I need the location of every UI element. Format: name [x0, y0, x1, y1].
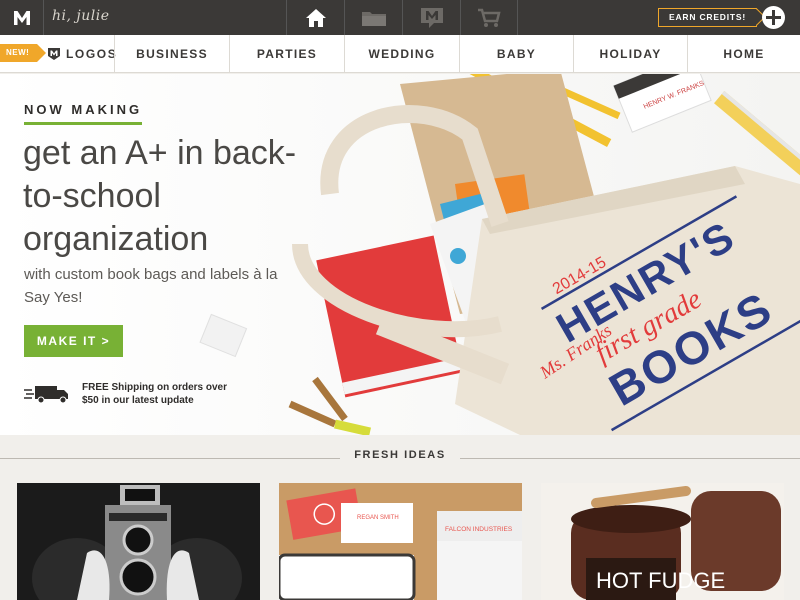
nav-item-business[interactable]: BUSINESS [114, 35, 229, 73]
idea-card-stationery[interactable]: REGAN SMITH FALCON INDUSTRIES [279, 483, 522, 600]
top-bar: hi, julie EARN CREDITS! [0, 0, 800, 35]
earn-credits-button[interactable]: EARN CREDITS! [658, 8, 757, 27]
hero-subtext: with custom book bags and labels à la Sa… [24, 266, 278, 306]
idea-card-hot-fudge[interactable]: HOT FUDGE [541, 483, 784, 600]
fresh-ideas-divider: FRESH IDEAS [0, 446, 800, 470]
hot-fudge-title: HOT FUDGE [596, 568, 725, 593]
nav-items: BUSINESS PARTIES WEDDING BABY HOLIDAY HO… [114, 35, 800, 73]
user-greeting: hi, julie [52, 8, 110, 24]
idea-card-camera[interactable] [17, 483, 260, 600]
folder-icon [361, 11, 386, 26]
fresh-ideas-title: FRESH IDEAS [340, 449, 460, 461]
hot-fudge-photo: HOT FUDGE [541, 483, 784, 600]
hero-eyebrow: NOW MAKING [24, 102, 143, 125]
free-shipping-text: FREE Shipping on orders over $50 in our … [82, 382, 228, 406]
add-icon[interactable] [762, 6, 785, 29]
nav-logos-label: LOGOS [66, 47, 118, 61]
projects-button[interactable] [344, 0, 402, 35]
shield-m-icon [48, 48, 60, 60]
top-icon-bar [286, 0, 518, 35]
nav-item-logos[interactable]: LOGOS [47, 35, 117, 73]
make-it-button[interactable]: MAKE IT > [24, 325, 123, 357]
message-icon [420, 7, 443, 28]
nav-item-parties[interactable]: PARTIES [229, 35, 344, 73]
cart-button[interactable] [460, 0, 518, 35]
camera-photo [17, 483, 260, 600]
fresh-ideas-cards: REGAN SMITH FALCON INDUSTRIES HOT FUDGE [0, 483, 800, 600]
nav-item-home[interactable]: HOME [687, 35, 800, 73]
stationery-photo: REGAN SMITH FALCON INDUSTRIES [279, 483, 522, 600]
site-logo[interactable] [0, 0, 44, 35]
delivery-truck-icon [24, 386, 68, 404]
card2-brand-text: FALCON INDUSTRIES [445, 526, 513, 533]
home-icon [305, 8, 326, 27]
home-button[interactable] [286, 0, 344, 35]
new-badge: NEW! [0, 44, 46, 62]
card2-name-text: REGAN SMITH [357, 515, 399, 521]
cart-icon [478, 8, 501, 27]
m-logo-icon [13, 10, 30, 25]
free-shipping-notice: FREE Shipping on orders over $50 in our … [24, 381, 242, 407]
category-nav: NEW! LOGOS BUSINESS PARTIES WEDDING BABY… [0, 35, 800, 73]
nav-item-holiday[interactable]: HOLIDAY [573, 35, 687, 73]
nav-item-baby[interactable]: BABY [459, 35, 573, 73]
hero-headline: get an A+ in back-to-school organization [23, 134, 297, 258]
messages-button[interactable] [402, 0, 460, 35]
hero-banner[interactable]: HENRY W. FRANKS 2014-15 HENRY'S first gr… [0, 74, 800, 435]
nav-item-wedding[interactable]: WEDDING [344, 35, 459, 73]
